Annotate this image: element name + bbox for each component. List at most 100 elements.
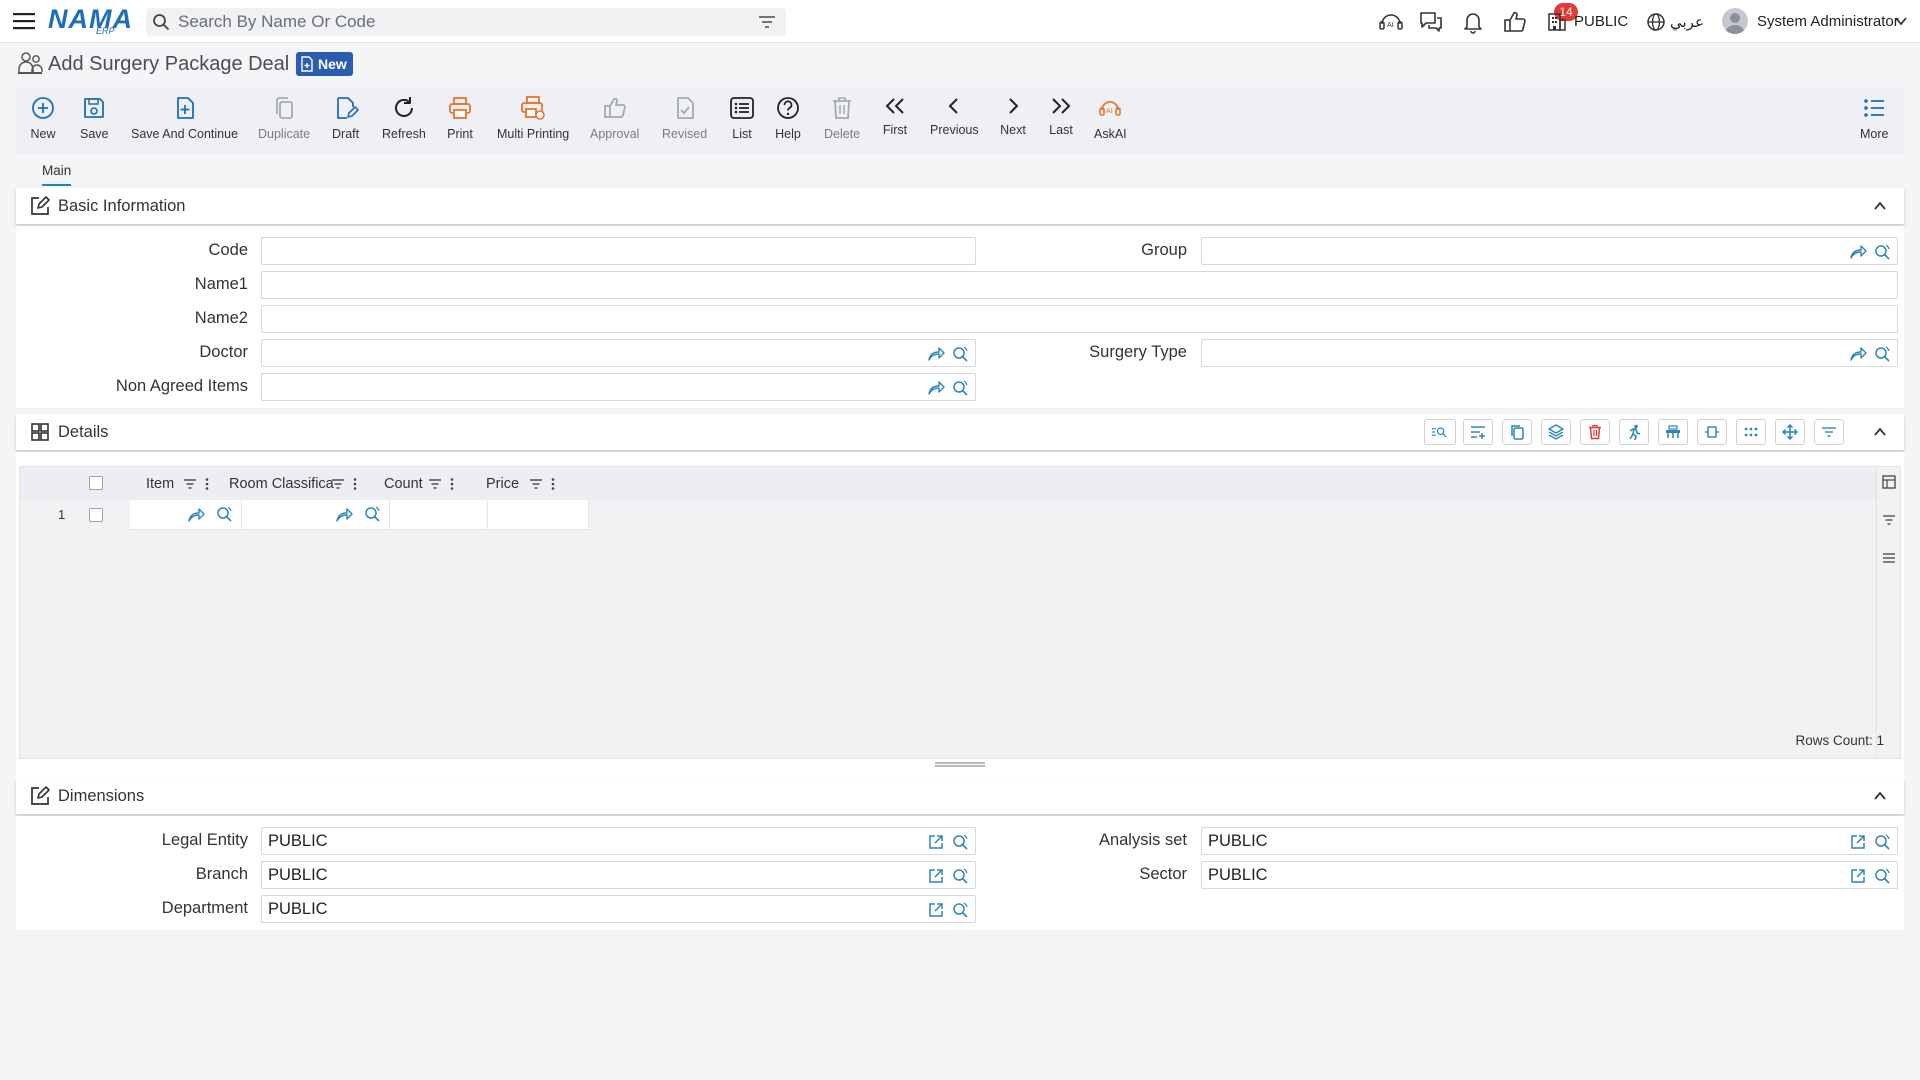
code-field[interactable] — [261, 237, 976, 265]
lookup-search-icon[interactable] — [951, 345, 969, 363]
external-link-icon[interactable] — [1849, 833, 1867, 851]
column-menu-icon[interactable] — [546, 477, 560, 491]
chevron-up-icon[interactable] — [1872, 198, 1888, 214]
lookup-search-icon[interactable] — [1873, 345, 1891, 363]
language-switch[interactable]: عربي — [1670, 13, 1704, 31]
runner-icon[interactable] — [1619, 419, 1649, 445]
refresh-button[interactable]: Refresh — [382, 95, 426, 141]
resize-handle[interactable] — [935, 762, 985, 768]
list-button[interactable]: List — [729, 95, 755, 141]
cell-price[interactable] — [488, 500, 589, 530]
help-button[interactable]: Help — [775, 95, 801, 141]
column-header-item[interactable]: Item — [146, 476, 174, 492]
dimensions-header[interactable]: Dimensions — [16, 778, 1904, 814]
columns-panel-icon[interactable] — [1882, 475, 1896, 489]
approval-button[interactable]: Approval — [590, 95, 639, 141]
first-button[interactable]: First — [882, 95, 908, 137]
open-link-icon[interactable] — [335, 506, 353, 524]
revised-button[interactable]: Revised — [662, 95, 707, 141]
draft-button[interactable]: Draft — [332, 95, 359, 141]
external-link-icon[interactable] — [927, 833, 945, 851]
department-field[interactable]: PUBLIC — [261, 895, 976, 923]
add-row-icon[interactable] — [1463, 419, 1493, 445]
lookup-search-icon[interactable] — [1873, 243, 1891, 261]
fit-columns-icon[interactable] — [1697, 419, 1727, 445]
external-link-icon[interactable] — [927, 867, 945, 885]
lookup-search-icon[interactable] — [1873, 867, 1891, 885]
print-button[interactable]: Print — [447, 95, 473, 141]
cell-item[interactable] — [130, 500, 242, 530]
branch-field[interactable]: PUBLIC — [261, 861, 976, 889]
filter-panel-icon[interactable] — [1882, 513, 1896, 527]
filter-icon[interactable] — [1814, 419, 1844, 445]
column-menu-icon[interactable] — [200, 477, 214, 491]
sector-field[interactable]: PUBLIC — [1201, 861, 1898, 889]
column-header-count[interactable]: Count — [384, 476, 423, 492]
external-link-icon[interactable] — [927, 901, 945, 919]
doctor-field[interactable] — [261, 339, 976, 367]
lookup-search-icon[interactable] — [951, 379, 969, 397]
delete-row-icon[interactable] — [1580, 419, 1610, 445]
select-all-checkbox[interactable] — [89, 476, 103, 490]
lookup-search-icon[interactable] — [951, 901, 969, 919]
non-agreed-items-field[interactable] — [261, 373, 976, 401]
table-insert-icon[interactable] — [1658, 419, 1688, 445]
filter-icon[interactable] — [758, 14, 776, 30]
chat-icon[interactable] — [1418, 10, 1444, 34]
save-button[interactable]: Save — [80, 95, 109, 141]
external-link-icon[interactable] — [1849, 867, 1867, 885]
lookup-search-icon[interactable] — [363, 505, 381, 523]
details-header[interactable]: Details — [16, 414, 1904, 450]
layers-icon[interactable] — [1541, 419, 1571, 445]
askai-button[interactable]: AI AskAI — [1094, 95, 1127, 141]
bell-icon[interactable] — [1460, 10, 1486, 34]
lookup-search-icon[interactable] — [951, 833, 969, 851]
cell-room-classification[interactable] — [242, 500, 390, 530]
copy-row-icon[interactable] — [1502, 419, 1532, 445]
open-link-icon[interactable] — [1849, 243, 1867, 261]
dots-grid-icon[interactable] — [1736, 419, 1766, 445]
avatar[interactable] — [1722, 8, 1748, 34]
grid-search-button[interactable] — [1424, 419, 1456, 445]
group-field[interactable] — [1201, 237, 1898, 265]
row-checkbox[interactable] — [89, 508, 103, 522]
open-link-icon[interactable] — [927, 379, 945, 397]
column-filter-icon[interactable] — [428, 477, 442, 491]
new-button[interactable]: New — [30, 95, 56, 141]
table-row[interactable]: 1 — [20, 500, 1878, 530]
ai-assistant-icon[interactable]: AI — [1378, 10, 1404, 34]
column-filter-icon[interactable] — [529, 477, 543, 491]
open-link-icon[interactable] — [1849, 345, 1867, 363]
column-menu-icon[interactable] — [348, 477, 362, 491]
menu-panel-icon[interactable] — [1882, 551, 1896, 565]
cell-count[interactable] — [390, 500, 488, 530]
save-and-continue-button[interactable]: Save And Continue — [131, 95, 238, 141]
column-header-room-classification[interactable]: Room Classifica — [229, 476, 334, 492]
column-menu-icon[interactable] — [445, 477, 459, 491]
open-link-icon[interactable] — [927, 345, 945, 363]
globe-icon[interactable] — [1646, 10, 1666, 34]
last-button[interactable]: Last — [1048, 95, 1074, 137]
open-link-icon[interactable] — [187, 506, 205, 524]
more-button[interactable]: More — [1860, 95, 1888, 141]
chevron-up-icon[interactable] — [1872, 424, 1888, 440]
duplicate-button[interactable]: Duplicate — [258, 95, 310, 141]
analysis-set-field[interactable]: PUBLIC — [1201, 827, 1898, 855]
basic-information-header[interactable]: Basic Information — [16, 188, 1904, 224]
user-name[interactable]: System Administrator — [1757, 13, 1899, 30]
next-button[interactable]: Next — [1000, 95, 1026, 137]
chevron-down-icon[interactable] — [1894, 14, 1908, 28]
chevron-up-icon[interactable] — [1872, 788, 1888, 804]
company-selector[interactable]: PUBLIC — [1574, 13, 1628, 30]
search-input[interactable] — [178, 12, 738, 32]
app-logo[interactable]: NAMA ERP — [48, 4, 134, 38]
lookup-search-icon[interactable] — [1873, 833, 1891, 851]
lookup-search-icon[interactable] — [951, 867, 969, 885]
surgery-type-field[interactable] — [1201, 339, 1898, 367]
multi-printing-button[interactable]: Multi Printing — [497, 95, 569, 141]
tab-main[interactable]: Main — [42, 163, 72, 186]
menu-icon[interactable] — [13, 11, 35, 31]
delete-button[interactable]: Delete — [824, 95, 860, 141]
name2-field[interactable] — [261, 305, 1898, 333]
column-header-price[interactable]: Price — [486, 476, 519, 492]
